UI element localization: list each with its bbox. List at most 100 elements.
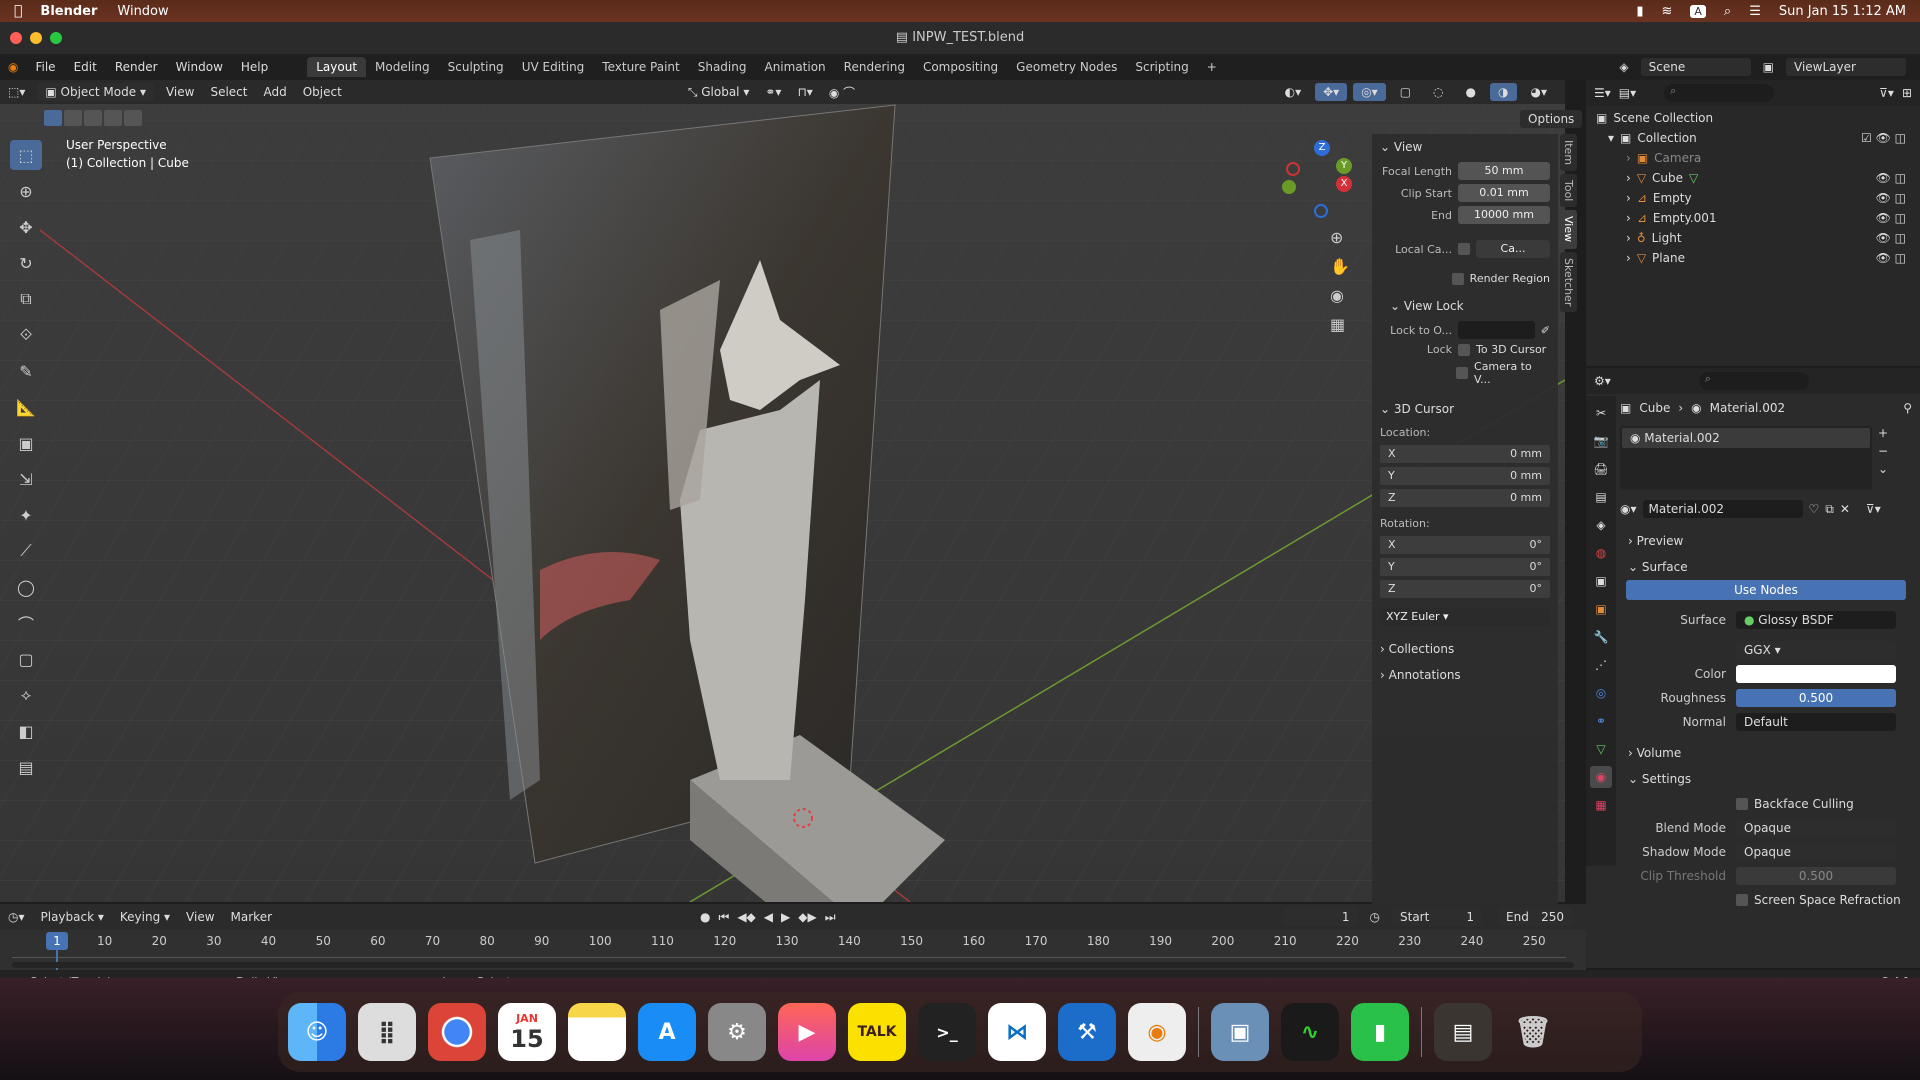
outliner-item-empty[interactable]: › ⊿ Empty 👁 ◫ bbox=[1586, 188, 1920, 208]
3d-cursor-header[interactable]: ⌄ 3D Cursor bbox=[1372, 396, 1558, 422]
app-store-icon[interactable]: A bbox=[638, 1003, 696, 1061]
control-center-icon[interactable]: ☰ bbox=[1749, 4, 1761, 19]
remove-slot-button[interactable]: − bbox=[1878, 444, 1888, 458]
clip-threshold-field[interactable]: 0.500 bbox=[1736, 867, 1896, 885]
menu-help[interactable]: Help bbox=[232, 60, 277, 74]
duplicate-material-icon[interactable]: ⧉ bbox=[1825, 502, 1834, 517]
tab-scripting[interactable]: Scripting bbox=[1126, 57, 1197, 77]
tab-shading[interactable]: Shading bbox=[689, 57, 756, 77]
tab-geometry-nodes[interactable]: Geometry Nodes bbox=[1007, 57, 1126, 77]
expand-icon[interactable]: › bbox=[1626, 151, 1631, 165]
tab-item[interactable]: Item bbox=[1560, 134, 1577, 172]
add-cube-tool-icon[interactable]: ▣ bbox=[10, 428, 42, 458]
gizmo-z[interactable]: Z bbox=[1314, 140, 1330, 156]
empty-001-visibility-icons[interactable]: 👁 ◫ bbox=[1876, 211, 1920, 225]
add-vertex-tool-icon[interactable]: ✦ bbox=[10, 500, 42, 530]
overlay-toggle-icon[interactable]: ◎▾ bbox=[1353, 83, 1386, 101]
tab-layout[interactable]: Layout bbox=[307, 57, 367, 77]
cursor-rotation-z[interactable]: Z 0° bbox=[1380, 580, 1550, 598]
prev-keyframe-icon[interactable]: ◀◆ bbox=[737, 910, 755, 924]
rotate-tool-icon[interactable]: ↻ bbox=[10, 248, 42, 278]
properties-search-input[interactable]: ⌕ bbox=[1698, 372, 1809, 390]
color-swatch[interactable] bbox=[1736, 665, 1896, 683]
select-menu[interactable]: Select bbox=[202, 83, 255, 101]
lock-to-object-field[interactable] bbox=[1458, 321, 1535, 339]
display-mode-icon[interactable]: ▤▾ bbox=[1619, 86, 1636, 100]
tab-sculpting[interactable]: Sculpting bbox=[439, 57, 513, 77]
view-section-header[interactable]: ⌄ View bbox=[1372, 134, 1558, 160]
infuse-icon[interactable]: ▶ bbox=[778, 1003, 836, 1061]
outliner-item-light[interactable]: › ♁ Light 👁 ◫ bbox=[1586, 228, 1920, 248]
tab-uv-editing[interactable]: UV Editing bbox=[513, 57, 594, 77]
launchpad-icon[interactable]: ⣿ bbox=[358, 1003, 416, 1061]
kakaotalk-icon[interactable]: TALK bbox=[848, 1003, 906, 1061]
notes-icon[interactable] bbox=[568, 1003, 626, 1061]
system-settings-icon[interactable]: ⚙ bbox=[708, 1003, 766, 1061]
input-source-badge[interactable]: A bbox=[1690, 4, 1706, 18]
add-workspace-icon[interactable]: + bbox=[1198, 57, 1226, 77]
options-dropdown[interactable]: Options bbox=[1520, 110, 1583, 128]
to-3d-cursor-checkbox[interactable] bbox=[1458, 343, 1470, 356]
trash-icon[interactable]: 🗑 bbox=[1504, 1003, 1562, 1061]
pivot-icon[interactable]: ⚭▾ bbox=[757, 83, 789, 101]
timeline-scrollbar[interactable] bbox=[12, 962, 1574, 968]
view-layer-tab-icon[interactable]: ▤ bbox=[1590, 486, 1612, 508]
gizmo-y[interactable]: Y bbox=[1336, 158, 1352, 174]
start-frame-field[interactable]: Start 1 bbox=[1392, 908, 1482, 926]
editor-type-icon[interactable]: ⬚▾ bbox=[0, 83, 33, 101]
ssr-checkbox[interactable] bbox=[1736, 894, 1748, 906]
curve-tool-icon[interactable]: ⌒ bbox=[10, 608, 42, 638]
collection-row[interactable]: ▾ ▣ Collection ☑ 👁 ◫ bbox=[1586, 128, 1920, 148]
shading-material-icon[interactable]: ◑ bbox=[1490, 83, 1517, 101]
select-invert-icon[interactable] bbox=[104, 110, 122, 126]
vscode-icon[interactable]: ⋈ bbox=[988, 1003, 1046, 1061]
object-mode-dropdown[interactable]: ▣ Object Mode ▾ bbox=[37, 83, 154, 101]
chrome-icon[interactable] bbox=[428, 1003, 486, 1061]
backface-culling-checkbox[interactable] bbox=[1736, 798, 1748, 810]
xray-icon[interactable]: ▢ bbox=[1392, 83, 1419, 101]
proportional-edit-icon[interactable]: ◉ ⌒ bbox=[821, 82, 863, 103]
view-menu[interactable]: View bbox=[158, 83, 202, 101]
3d-viewport[interactable]: Z Y X ⊕ ✋ ◉ ▦ User Perspective (1) Colle… bbox=[0, 80, 1565, 902]
annotate-tool-icon[interactable]: ✎ bbox=[10, 356, 42, 386]
material-browse-icon[interactable]: ◉▾ bbox=[1620, 502, 1637, 516]
apple-icon[interactable]:  bbox=[14, 3, 22, 19]
data-tab-icon[interactable]: ▽ bbox=[1590, 738, 1612, 760]
preview-panel-header[interactable]: › Preview bbox=[1620, 528, 1920, 554]
expand-icon[interactable]: › bbox=[1626, 251, 1631, 265]
outliner-item-camera[interactable]: › ▣ Camera bbox=[1586, 148, 1920, 168]
zoom-icon[interactable]: ⊕ bbox=[1330, 228, 1350, 247]
tab-rendering[interactable]: Rendering bbox=[835, 57, 914, 77]
surface-shader-field[interactable]: ● Glossy BSDF bbox=[1736, 611, 1896, 629]
knife-tool-icon[interactable]: ⟋ bbox=[10, 536, 42, 566]
tab-compositing[interactable]: Compositing bbox=[914, 57, 1007, 77]
gizmo-toggle-icon[interactable]: ✥▾ bbox=[1315, 83, 1348, 101]
scene-collection-row[interactable]: ▣ Scene Collection bbox=[1586, 108, 1920, 128]
gizmo-x[interactable]: X bbox=[1336, 176, 1352, 192]
wifi-icon[interactable]: ≋ bbox=[1661, 4, 1672, 19]
roughness-slider[interactable]: 0.500 bbox=[1736, 689, 1896, 707]
light-visibility-icons[interactable]: 👁 ◫ bbox=[1876, 231, 1920, 245]
scene-tab-icon[interactable]: ◈ bbox=[1590, 514, 1612, 536]
render-region-checkbox[interactable] bbox=[1451, 272, 1464, 285]
properties-editor-icon[interactable]: ⚙▾ bbox=[1594, 374, 1611, 388]
transform-orientation-dropdown[interactable]: ⤡ Global ▾ bbox=[680, 83, 758, 102]
cursor-tool-icon[interactable]: ⊕ bbox=[10, 176, 42, 206]
outliner-item-cube[interactable]: › ▽ Cube ▽ 👁 ◫ bbox=[1586, 168, 1920, 188]
keying-menu[interactable]: Keying ▾ bbox=[112, 908, 178, 926]
cursor-rotation-x[interactable]: X 0° bbox=[1380, 536, 1550, 554]
close-window-button[interactable] bbox=[10, 32, 22, 44]
material-tab-icon[interactable]: ◉ bbox=[1590, 766, 1612, 788]
menubar-clock[interactable]: Sun Jan 15 1:12 AM bbox=[1779, 4, 1906, 19]
menu-window[interactable]: Window bbox=[167, 60, 232, 74]
pan-hand-icon[interactable]: ✋ bbox=[1330, 257, 1350, 276]
viewlayer-selector[interactable]: ViewLayer bbox=[1786, 58, 1906, 76]
settings-panel-header[interactable]: ⌄ Settings bbox=[1620, 766, 1920, 792]
distribution-dropdown[interactable]: GGX ▾ bbox=[1736, 641, 1896, 659]
cursor-location-z[interactable]: Z0 mm bbox=[1380, 489, 1550, 507]
tab-modeling[interactable]: Modeling bbox=[366, 57, 439, 77]
particles-tab-icon[interactable]: ⋰ bbox=[1590, 654, 1612, 676]
camera-view-icon[interactable]: ◉ bbox=[1330, 286, 1350, 305]
gizmo-neg-y[interactable] bbox=[1282, 180, 1296, 194]
finder-icon[interactable]: ☺ bbox=[288, 1003, 346, 1061]
